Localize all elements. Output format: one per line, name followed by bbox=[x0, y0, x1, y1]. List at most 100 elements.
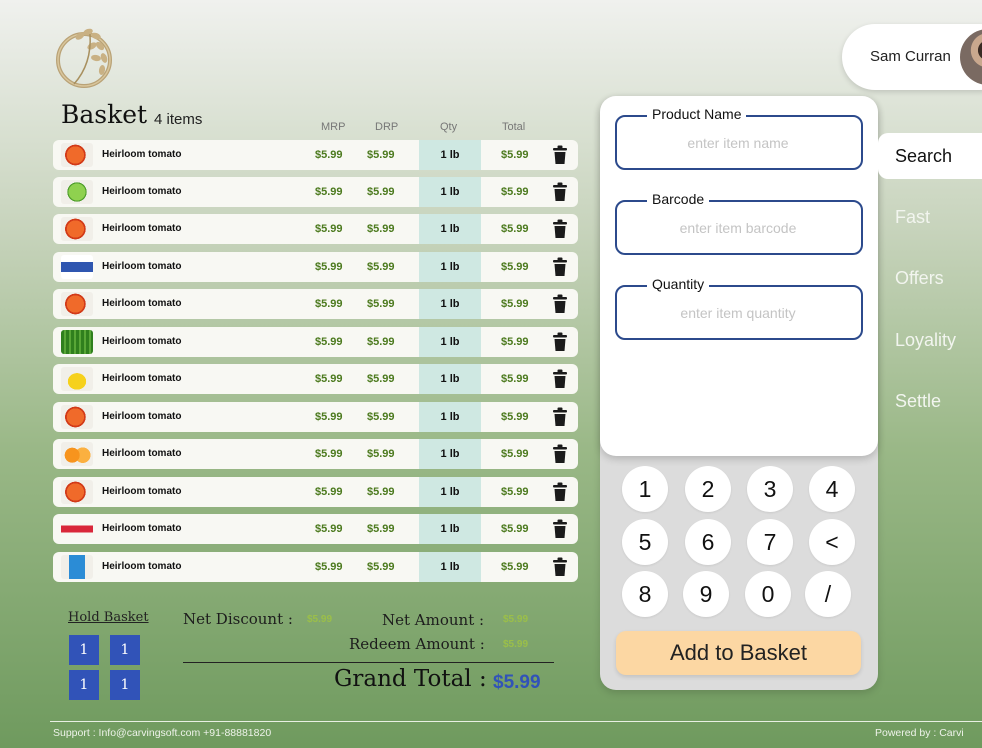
basket-row[interactable]: Heirloom tomato $5.99 $5.99 1 lb $5.99 bbox=[53, 327, 578, 357]
trash-icon[interactable] bbox=[553, 219, 567, 239]
tomato-icon bbox=[61, 143, 93, 167]
tab-fast[interactable]: Fast bbox=[895, 207, 930, 228]
basket-row[interactable]: Heirloom tomato $5.99 $5.99 1 lb $5.99 bbox=[53, 477, 578, 507]
column-header-total: Total bbox=[502, 121, 526, 133]
item-qty[interactable]: 1 lb bbox=[419, 214, 481, 244]
item-drp: $5.99 bbox=[367, 223, 395, 235]
support-contact: Support : Info@carvingsoft.com +91-88881… bbox=[53, 727, 272, 739]
item-total: $5.99 bbox=[501, 523, 529, 535]
keypad-key-8[interactable]: 8 bbox=[622, 571, 668, 617]
keypad-key-7[interactable]: 7 bbox=[747, 519, 793, 565]
trash-icon[interactable] bbox=[553, 257, 567, 277]
keypad-key-9[interactable]: 9 bbox=[683, 571, 729, 617]
add-to-basket-button[interactable]: Add to Basket bbox=[616, 631, 861, 675]
item-qty[interactable]: 1 lb bbox=[419, 439, 481, 469]
item-drp: $5.99 bbox=[367, 561, 395, 573]
item-qty[interactable]: 1 lb bbox=[419, 252, 481, 282]
product-name-field[interactable]: Product Name bbox=[615, 106, 863, 170]
item-total: $5.99 bbox=[501, 223, 529, 235]
barcode-input[interactable] bbox=[625, 215, 851, 241]
keypad-key-2[interactable]: 2 bbox=[685, 466, 731, 512]
product-name-input[interactable] bbox=[625, 130, 851, 156]
tomato-icon bbox=[61, 405, 93, 429]
item-drp: $5.99 bbox=[367, 298, 395, 310]
tomato-icon bbox=[61, 480, 93, 504]
basket-row[interactable]: Heirloom tomato $5.99 $5.99 1 lb $5.99 bbox=[53, 364, 578, 394]
basket-row[interactable]: Heirloom tomato $5.99 $5.99 1 lb $5.99 bbox=[53, 402, 578, 432]
item-name: Heirloom tomato bbox=[102, 411, 182, 422]
keypad-key-4[interactable]: 4 bbox=[809, 466, 855, 512]
hold-basket-button[interactable]: 1 bbox=[110, 670, 140, 700]
user-name: Sam Curran bbox=[870, 48, 951, 65]
product-name-label: Product Name bbox=[647, 106, 747, 122]
keypad-key-backspace[interactable]: < bbox=[809, 519, 855, 565]
item-qty[interactable]: 1 lb bbox=[419, 514, 481, 544]
basket-row[interactable]: Heirloom tomato $5.99 $5.99 1 lb $5.99 bbox=[53, 439, 578, 469]
item-name: Heirloom tomato bbox=[102, 223, 182, 234]
trash-icon[interactable] bbox=[553, 407, 567, 427]
basket-item-count: 4 items bbox=[154, 111, 203, 128]
trash-icon[interactable] bbox=[553, 444, 567, 464]
quantity-input[interactable] bbox=[625, 300, 851, 326]
trash-icon[interactable] bbox=[553, 182, 567, 202]
tomato-icon bbox=[61, 217, 93, 241]
item-drp: $5.99 bbox=[367, 186, 395, 198]
column-header-qty: Qty bbox=[440, 121, 458, 133]
item-total: $5.99 bbox=[501, 486, 529, 498]
item-qty[interactable]: 1 lb bbox=[419, 327, 481, 357]
user-profile-card[interactable]: Sam Curran bbox=[842, 24, 982, 90]
hold-basket-button[interactable]: 1 bbox=[69, 670, 99, 700]
item-mrp: $5.99 bbox=[315, 411, 343, 423]
basket-row[interactable]: Heirloom tomato $5.99 $5.99 1 lb $5.99 bbox=[53, 177, 578, 207]
trash-icon[interactable] bbox=[553, 145, 567, 165]
basket-row[interactable]: Heirloom tomato $5.99 $5.99 1 lb $5.99 bbox=[53, 252, 578, 282]
item-qty[interactable]: 1 lb bbox=[419, 177, 481, 207]
column-header-drp: DRP bbox=[375, 121, 399, 133]
item-qty[interactable]: 1 lb bbox=[419, 552, 481, 582]
item-qty[interactable]: 1 lb bbox=[419, 140, 481, 170]
barcode-field[interactable]: Barcode bbox=[615, 191, 863, 255]
net-amount-label: Net Amount : bbox=[382, 611, 485, 629]
item-drp: $5.99 bbox=[367, 411, 395, 423]
trash-icon[interactable] bbox=[553, 482, 567, 502]
toothpaste-icon bbox=[61, 517, 93, 541]
tab-loyalty[interactable]: Loyality bbox=[895, 330, 956, 351]
quantity-field[interactable]: Quantity bbox=[615, 276, 863, 340]
item-mrp: $5.99 bbox=[315, 561, 343, 573]
keypad-key-slash[interactable]: / bbox=[805, 571, 851, 617]
powered-by: Powered by : Carvi bbox=[875, 727, 964, 739]
keypad-key-6[interactable]: 6 bbox=[685, 519, 731, 565]
item-qty[interactable]: 1 lb bbox=[419, 477, 481, 507]
basket-row[interactable]: Heirloom tomato $5.99 $5.99 1 lb $5.99 bbox=[53, 289, 578, 319]
item-qty[interactable]: 1 lb bbox=[419, 289, 481, 319]
basket-row[interactable]: Heirloom tomato $5.99 $5.99 1 lb $5.99 bbox=[53, 514, 578, 544]
keypad-key-0[interactable]: 0 bbox=[745, 571, 791, 617]
keypad-key-5[interactable]: 5 bbox=[622, 519, 668, 565]
item-qty[interactable]: 1 lb bbox=[419, 364, 481, 394]
basket-row[interactable]: Heirloom tomato $5.99 $5.99 1 lb $5.99 bbox=[53, 140, 578, 170]
trash-icon[interactable] bbox=[553, 332, 567, 352]
orange-icon bbox=[61, 442, 93, 466]
grand-total-label: Grand Total : bbox=[334, 666, 487, 692]
keypad-key-1[interactable]: 1 bbox=[622, 466, 668, 512]
hold-basket-button[interactable]: 1 bbox=[69, 635, 99, 665]
redeem-amount-label: Redeem Amount : bbox=[349, 635, 485, 653]
tab-offers[interactable]: Offers bbox=[895, 268, 944, 289]
item-qty[interactable]: 1 lb bbox=[419, 402, 481, 432]
tab-settle[interactable]: Settle bbox=[895, 391, 941, 412]
item-name: Heirloom tomato bbox=[102, 523, 182, 534]
column-header-mrp: MRP bbox=[321, 121, 346, 133]
trash-icon[interactable] bbox=[553, 519, 567, 539]
trash-icon[interactable] bbox=[553, 557, 567, 577]
tab-search[interactable]: Search bbox=[878, 133, 982, 179]
avatar[interactable] bbox=[960, 29, 982, 85]
trash-icon[interactable] bbox=[553, 294, 567, 314]
basket-row[interactable]: Heirloom tomato $5.99 $5.99 1 lb $5.99 bbox=[53, 552, 578, 582]
item-mrp: $5.99 bbox=[315, 298, 343, 310]
trash-icon[interactable] bbox=[553, 369, 567, 389]
basket-row[interactable]: Heirloom tomato $5.99 $5.99 1 lb $5.99 bbox=[53, 214, 578, 244]
green-beans-icon bbox=[61, 330, 93, 354]
keypad-key-3[interactable]: 3 bbox=[747, 466, 793, 512]
hold-basket-button[interactable]: 1 bbox=[110, 635, 140, 665]
item-name: Heirloom tomato bbox=[102, 561, 182, 572]
